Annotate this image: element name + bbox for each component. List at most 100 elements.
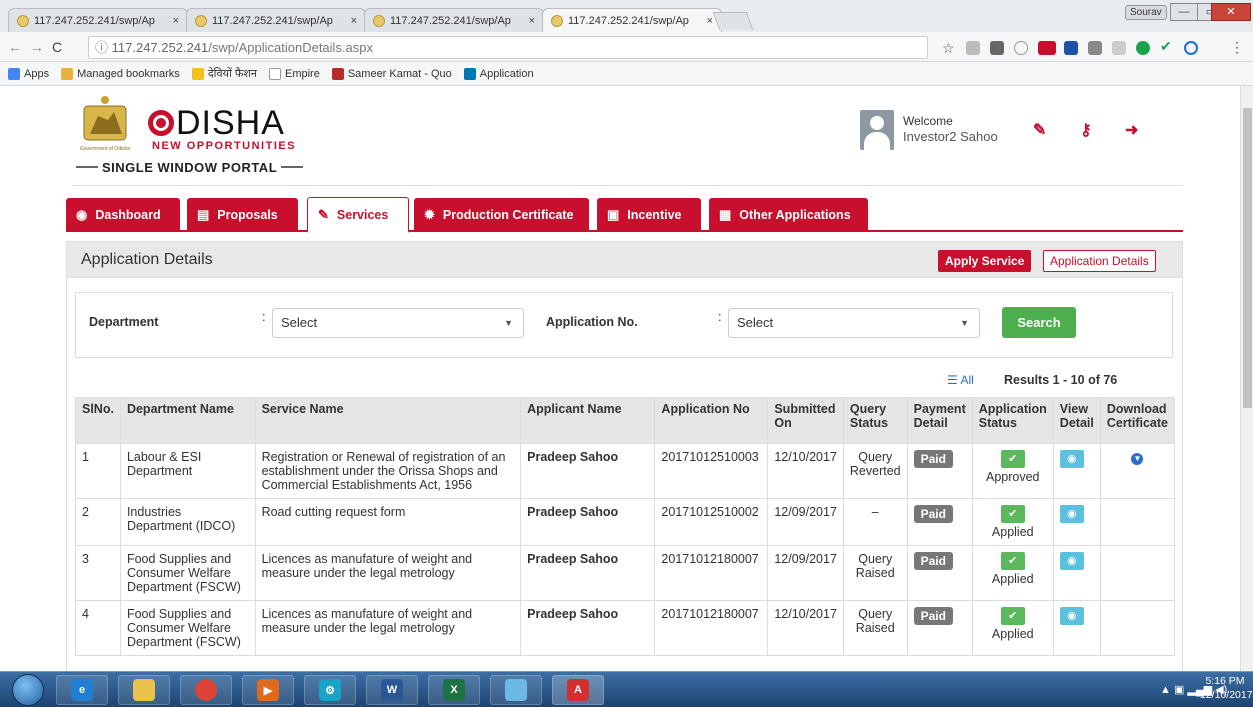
profile-button[interactable]: Sourav: [1125, 5, 1167, 20]
bookmark-quora[interactable]: Sameer Kamat - Quo: [331, 67, 452, 80]
cell-status: ✔ Applied: [971, 498, 1054, 546]
extension-icon[interactable]: [1064, 41, 1078, 55]
address-bar[interactable]: ⓘ 117.247.252.241/swp/ApplicationDetails…: [88, 36, 928, 59]
browser-tab[interactable]: 117.247.252.241/swp/Ap ×: [364, 8, 544, 32]
extension-icon[interactable]: [966, 41, 980, 55]
taskbar-app-active[interactable]: A: [552, 675, 604, 705]
taskbar-app[interactable]: ▶: [242, 675, 294, 705]
query-status-link[interactable]: Query Reverted: [842, 443, 908, 499]
new-tab-button[interactable]: [712, 12, 754, 30]
cell-status: ✔ Approved: [971, 443, 1054, 499]
tab-incentive[interactable]: ▣ Incentive: [597, 198, 701, 232]
taskbar-app[interactable]: X: [428, 675, 480, 705]
extension-icon[interactable]: [1112, 41, 1126, 55]
apply-service-button[interactable]: Apply Service: [938, 250, 1032, 272]
panel-header: Application Details Apply Service Applic…: [67, 242, 1182, 278]
edit-profile-icon[interactable]: ✎: [1033, 120, 1046, 140]
change-password-key-icon[interactable]: ⚷: [1080, 120, 1092, 140]
bookmark-star-icon[interactable]: ☆: [942, 40, 955, 57]
column-header: Application Status: [971, 397, 1054, 444]
chevron-down-icon: ▼: [504, 318, 513, 328]
view-detail-eye-icon[interactable]: ◉: [1059, 450, 1084, 468]
forward-icon[interactable]: →: [30, 39, 44, 55]
column-header: Query Status: [842, 397, 908, 444]
query-status-link[interactable]: Query Raised: [842, 545, 908, 601]
cell-department: Industries Department (IDCO): [119, 498, 256, 546]
taskbar-app[interactable]: [490, 675, 542, 705]
gmail-icon[interactable]: [1038, 41, 1056, 55]
tab-other-applications[interactable]: ▦ Other Applications: [709, 198, 868, 232]
view-detail-eye-icon[interactable]: ◉: [1059, 607, 1084, 625]
column-header: View Detail: [1052, 397, 1101, 444]
reload-icon[interactable]: C: [52, 39, 62, 55]
tab-close-icon[interactable]: ×: [173, 15, 179, 27]
bookmark-managed[interactable]: Managed bookmarks: [61, 67, 180, 80]
table-row: 2 Industries Department (IDCO) Road cutt…: [75, 498, 1176, 546]
extension-icon[interactable]: [990, 41, 1004, 55]
taskbar-app[interactable]: [118, 675, 170, 705]
portal-title: SINGLE WINDOW PORTAL: [72, 160, 307, 175]
taskbar-app[interactable]: [180, 675, 232, 705]
page-scrollbar[interactable]: [1240, 86, 1253, 671]
query-status-link[interactable]: Query Raised: [842, 600, 908, 656]
timer-icon[interactable]: [1014, 41, 1028, 55]
taskbar: e ▶ ⚙ W X A ▲ ▣ ▂▄▆ ◀) 5:16 PM 12/10/2017: [0, 671, 1253, 707]
taskbar-app[interactable]: e: [56, 675, 108, 705]
bookmark-label: Sameer Kamat - Quo: [347, 67, 452, 80]
logo-text: DISHA: [176, 104, 285, 142]
cell-payment: Paid: [906, 498, 973, 546]
browser-tab[interactable]: 117.247.252.241/swp/Ap ×: [8, 8, 188, 32]
cell-application-no: 20171012180007: [654, 600, 769, 656]
file-explorer-icon: [133, 679, 155, 701]
application-details-button[interactable]: Application Details: [1043, 250, 1156, 272]
browser-toolbar: ← → C ⓘ 117.247.252.241/swp/ApplicationD…: [0, 32, 1253, 62]
bookmark-application[interactable]: Application: [463, 67, 534, 80]
odisha-logo[interactable]: DISHA: [148, 104, 285, 143]
chrome-icon: [195, 679, 217, 701]
clock[interactable]: 5:16 PM 12/10/2017: [1200, 674, 1253, 702]
show-all-link[interactable]: ☰ All: [947, 373, 974, 387]
department-select[interactable]: Select ▼: [272, 308, 524, 338]
taskbar-app[interactable]: W: [366, 675, 418, 705]
back-icon[interactable]: ←: [8, 39, 22, 55]
tab-close-icon[interactable]: ×: [707, 15, 713, 27]
search-button[interactable]: Search: [1002, 307, 1076, 338]
bookmarks-bar: Apps Managed bookmarks देवियों फैशन Empi…: [0, 62, 1253, 86]
site-header: Government of Odisha DISHA NEW OPPORTUNI…: [72, 86, 1182, 186]
tab-close-icon[interactable]: ×: [529, 15, 535, 27]
bookmark-fashion[interactable]: देवियों फैशन: [191, 66, 257, 81]
money-icon: ▣: [607, 207, 620, 222]
view-detail-eye-icon[interactable]: ◉: [1059, 505, 1084, 523]
extension-icon[interactable]: [1136, 41, 1150, 55]
browser-tab[interactable]: 117.247.252.241/swp/Ap ×: [186, 8, 366, 32]
tab-close-icon[interactable]: ×: [351, 15, 357, 27]
bookmark-label: Managed bookmarks: [77, 67, 180, 80]
taskbar-app[interactable]: ⚙: [304, 675, 356, 705]
bookmark-apps[interactable]: Apps: [8, 67, 49, 80]
cell-submitted-on: 12/10/2017: [767, 600, 844, 656]
tab-services[interactable]: ✎ Services: [307, 197, 409, 233]
check-icon[interactable]: ✔: [1160, 38, 1174, 54]
minimize-button[interactable]: —: [1170, 3, 1198, 21]
extension-icon[interactable]: [1184, 41, 1198, 55]
application-no-select[interactable]: Select ▼: [728, 308, 980, 338]
browser-tab-active[interactable]: 117.247.252.241/swp/Ap ×: [542, 8, 722, 32]
extension-icon[interactable]: [1088, 41, 1102, 55]
download-certificate-icon[interactable]: ▼: [1131, 453, 1144, 465]
column-header: Payment Detail: [906, 397, 973, 444]
view-detail-eye-icon[interactable]: ◉: [1059, 552, 1084, 570]
bookmark-label: Application: [479, 67, 534, 80]
list-icon: ☰: [947, 373, 961, 387]
tab-dashboard[interactable]: ◉ Dashboard: [66, 198, 180, 232]
start-button[interactable]: [12, 674, 44, 706]
scrollbar-thumb[interactable]: [1243, 108, 1252, 408]
bookmark-empire[interactable]: Empire: [268, 67, 320, 80]
menu-icon[interactable]: ⋮: [1230, 39, 1244, 56]
cell-payment: Paid: [906, 600, 973, 656]
tab-production-certificate[interactable]: ✹ Production Certificate: [414, 198, 589, 232]
close-window-button[interactable]: ✕: [1211, 3, 1251, 21]
tab-proposals[interactable]: ▤ Proposals: [187, 198, 298, 232]
logout-icon[interactable]: ➜: [1125, 120, 1138, 140]
cell-slno: 3: [75, 545, 121, 601]
url-path: /swp/ApplicationDetails.aspx: [208, 40, 374, 55]
